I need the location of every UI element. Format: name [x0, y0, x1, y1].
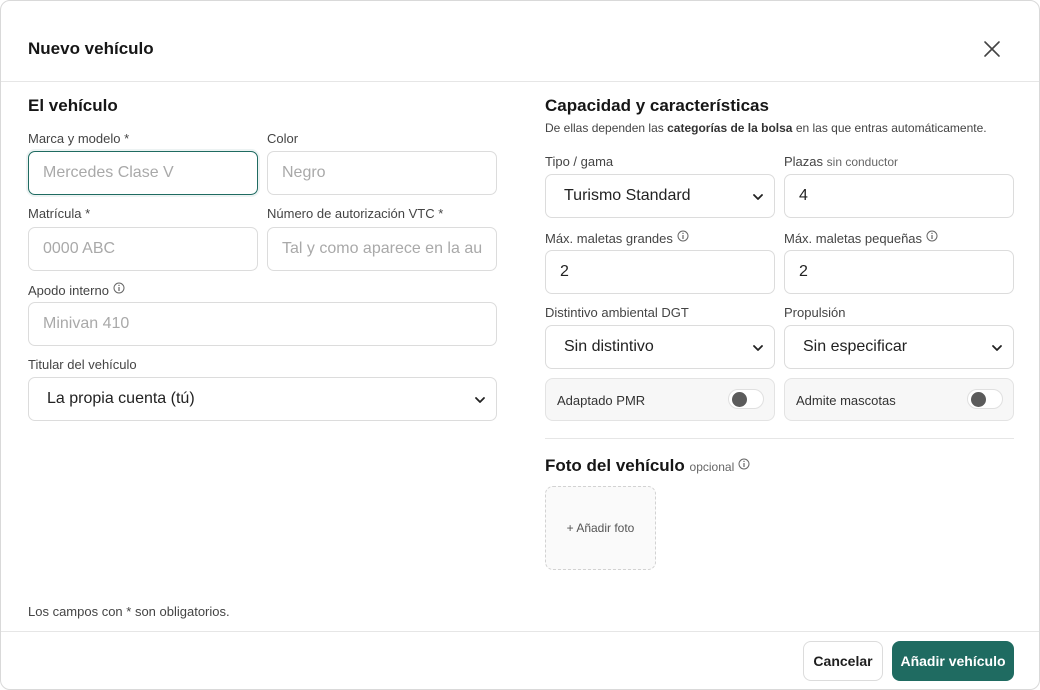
section-title-capacity: Capacidad y características — [545, 96, 769, 115]
new-vehicle-dialog: Nuevo vehículo El vehículo Marca y model… — [0, 0, 1040, 690]
apodo-label-text: Apodo interno — [28, 283, 109, 298]
mascotas-label: Admite mascotas — [796, 393, 896, 408]
maletas-grandes-input[interactable] — [545, 250, 775, 294]
tipo-gama-select[interactable]: Turismo Standard — [545, 174, 775, 218]
propulsion-select[interactable]: Sin especificar — [784, 325, 1014, 369]
color-input[interactable] — [267, 151, 497, 195]
dialog-header: Nuevo vehículo — [1, 1, 1039, 82]
chevron-down-icon — [753, 194, 763, 200]
propulsion-label: Propulsión — [784, 305, 846, 320]
add-vehicle-button[interactable]: Añadir vehículo — [892, 641, 1014, 681]
maletas-grandes-label: Máx. maletas grandes — [545, 230, 689, 246]
dialog-footer — [1, 631, 1039, 689]
info-icon[interactable] — [738, 458, 750, 470]
marca-modelo-input[interactable] — [28, 151, 258, 195]
info-icon[interactable] — [677, 230, 689, 242]
titular-value: La propia cuenta (tú) — [47, 390, 195, 407]
subtitle-bold: categorías de la bolsa — [667, 121, 793, 135]
dialog-title: Nuevo vehículo — [28, 39, 154, 58]
chevron-down-icon — [475, 397, 485, 403]
plazas-label-text: Plazas — [784, 154, 824, 169]
pmr-toggle-row: Adaptado PMR — [545, 378, 775, 421]
info-icon[interactable] — [113, 282, 125, 294]
pmr-switch[interactable] — [728, 389, 764, 409]
info-icon[interactable] — [926, 230, 938, 242]
tipo-value: Turismo Standard — [564, 187, 691, 204]
marca-label: Marca y modelo * — [28, 131, 130, 146]
add-photo-button[interactable]: + Añadir foto — [545, 486, 656, 570]
tipo-label: Tipo / gama — [545, 154, 614, 169]
section-divider — [545, 438, 1014, 439]
close-icon[interactable] — [981, 38, 1003, 60]
photo-title-text: Foto del vehículo — [545, 456, 685, 475]
photo-section-title: Foto del vehículo opcional — [545, 456, 750, 476]
plazas-label: Plazas sin conductor — [784, 154, 898, 169]
photo-optional: opcional — [689, 460, 735, 474]
maletas-pequenas-input[interactable] — [784, 250, 1014, 294]
apodo-label: Apodo interno — [28, 282, 125, 298]
matricula-input[interactable] — [28, 227, 258, 271]
distintivo-select[interactable]: Sin distintivo — [545, 325, 775, 369]
distintivo-value: Sin distintivo — [564, 338, 654, 355]
apodo-input[interactable] — [28, 302, 497, 346]
capacity-subtitle: De ellas dependen las categorías de la b… — [545, 121, 987, 135]
chevron-down-icon — [992, 345, 1002, 351]
titular-label: Titular del vehículo — [28, 357, 137, 372]
maletas-pequenas-label: Máx. maletas pequeñas — [784, 230, 938, 246]
maletas-grandes-label-text: Máx. maletas grandes — [545, 231, 673, 246]
section-title-vehicle: El vehículo — [28, 96, 118, 115]
vtc-authorization-input[interactable] — [267, 227, 497, 271]
plazas-input[interactable] — [784, 174, 1014, 218]
cancel-button[interactable]: Cancelar — [803, 641, 883, 681]
distintivo-label: Distintivo ambiental DGT — [545, 305, 689, 320]
switch-knob — [732, 392, 747, 407]
mascotas-switch[interactable] — [967, 389, 1003, 409]
color-label: Color — [267, 131, 299, 146]
propulsion-value: Sin especificar — [803, 338, 908, 355]
chevron-down-icon — [753, 345, 763, 351]
maletas-pequenas-label-text: Máx. maletas pequeñas — [784, 231, 923, 246]
subtitle-text: De ellas dependen las — [545, 121, 668, 135]
required-fields-note: Los campos con * son obligatorios. — [28, 604, 230, 619]
titular-select[interactable]: La propia cuenta (tú) — [28, 377, 497, 421]
subtitle-text-end: en las que entras automáticamente. — [792, 121, 987, 135]
matricula-label: Matrícula * — [28, 206, 91, 221]
switch-knob — [971, 392, 986, 407]
plazas-muted: sin conductor — [826, 155, 899, 169]
pmr-label: Adaptado PMR — [557, 393, 646, 408]
vtc-label: Número de autorización VTC * — [267, 206, 444, 221]
mascotas-toggle-row: Admite mascotas — [784, 378, 1014, 421]
